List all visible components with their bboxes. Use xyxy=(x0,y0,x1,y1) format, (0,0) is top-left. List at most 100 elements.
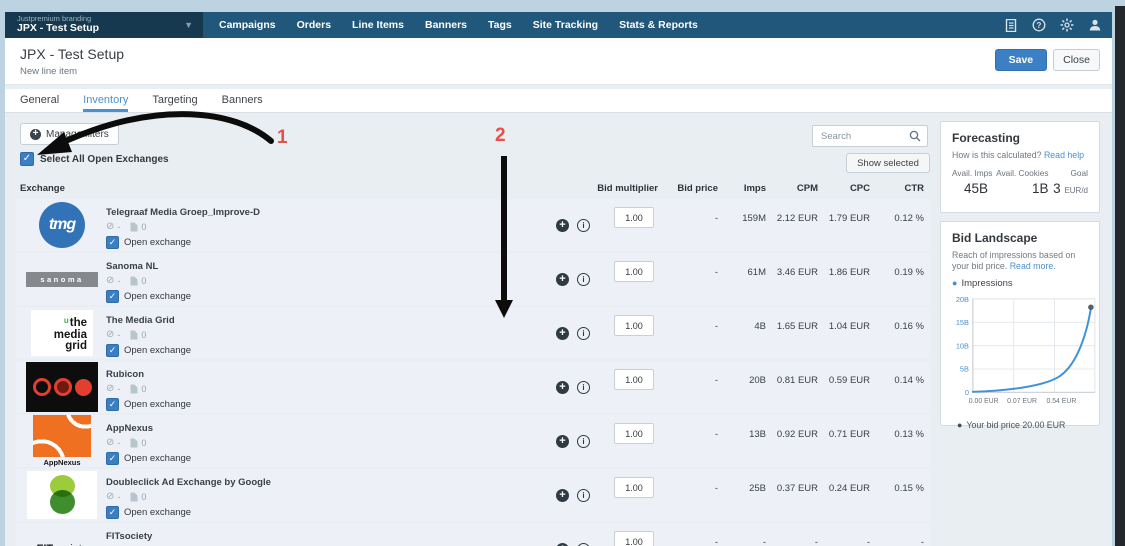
open-exchange-checkbox[interactable] xyxy=(106,235,119,249)
bid-multiplier-input[interactable] xyxy=(614,261,654,282)
cpc-value: 1.86 EUR xyxy=(828,267,870,278)
background-shadow-strip xyxy=(1115,6,1125,546)
open-exchange-toggle[interactable]: Open exchange xyxy=(106,235,556,249)
info-icon[interactable] xyxy=(577,272,590,286)
curve-end-marker xyxy=(1088,304,1094,310)
nav-item-line-items[interactable]: Line Items xyxy=(352,19,404,31)
ctr-value: 0.13 % xyxy=(894,429,924,440)
svg-text:0.00 EUR: 0.00 EUR xyxy=(969,398,999,405)
impressions-legend-label: Impressions xyxy=(961,278,1013,289)
open-exchange-toggle[interactable]: Open exchange xyxy=(106,343,556,357)
add-exchange-icon[interactable] xyxy=(556,218,569,232)
open-exchange-checkbox[interactable] xyxy=(106,343,119,357)
tab-targeting[interactable]: Targeting xyxy=(152,94,197,112)
table-row-media-grid: themediagrid The Media Grid - 0 xyxy=(16,307,930,359)
doubleclick-logo xyxy=(18,471,106,519)
imps-value: 4B xyxy=(754,321,766,332)
save-button[interactable]: Save xyxy=(994,49,1048,71)
goal-label: Goal xyxy=(1070,168,1088,178)
tab-banners[interactable]: Banners xyxy=(222,94,263,112)
bid-price-value: - xyxy=(714,429,718,440)
open-exchange-checkbox[interactable] xyxy=(106,505,119,519)
add-exchange-icon[interactable] xyxy=(556,488,569,502)
table-row-telegraaf: tmg Telegraaf Media Groep_Improve-D - 0 xyxy=(16,199,930,251)
search-input[interactable] xyxy=(813,130,909,142)
close-button[interactable]: Close xyxy=(1053,49,1100,71)
open-exchange-checkbox[interactable] xyxy=(106,397,119,411)
open-exchange-checkbox[interactable] xyxy=(106,289,119,303)
show-selected-button[interactable]: Show selected xyxy=(846,153,930,173)
read-more-link[interactable]: Read more. xyxy=(1010,261,1056,271)
page-title: JPX - Test Setup xyxy=(20,46,125,62)
nav-item-site-tracking[interactable]: Site Tracking xyxy=(533,19,598,31)
exchange-name: The Media Grid xyxy=(106,314,175,326)
open-exchange-toggle[interactable]: Open exchange xyxy=(106,397,556,411)
report-icon[interactable] xyxy=(1004,18,1018,32)
tab-inventory[interactable]: Inventory xyxy=(83,94,129,112)
deals-icon xyxy=(106,492,114,501)
settings-icon[interactable] xyxy=(1060,18,1074,32)
bid-multiplier-input[interactable] xyxy=(614,477,654,498)
inventory-panel: Manage filters Show selected Select All … xyxy=(16,119,930,546)
add-exchange-icon[interactable] xyxy=(556,542,569,546)
help-icon[interactable]: ? xyxy=(1032,18,1046,32)
account-switcher[interactable]: Justpremium branding JPX - Test Setup xyxy=(5,12,203,38)
open-exchange-toggle[interactable]: Open exchange xyxy=(106,505,556,519)
info-icon[interactable] xyxy=(577,218,590,232)
info-icon[interactable] xyxy=(577,542,590,546)
manage-filters-button[interactable]: Manage filters xyxy=(20,123,119,145)
cpm-value: 3.46 EUR xyxy=(776,267,818,278)
cpc-value: - xyxy=(866,537,870,546)
nav-item-tags[interactable]: Tags xyxy=(488,19,512,31)
nav-item-campaigns[interactable]: Campaigns xyxy=(219,19,276,31)
column-exchange: Exchange xyxy=(20,182,65,194)
nav-item-orders[interactable]: Orders xyxy=(297,19,331,31)
bid-price-value: - xyxy=(714,321,718,332)
avail-cookies-label: Avail. Cookies xyxy=(996,168,1049,178)
info-icon[interactable] xyxy=(577,380,590,394)
search-icon[interactable] xyxy=(909,130,927,142)
ctr-value: 0.16 % xyxy=(894,321,924,332)
brand-title: JPX - Test Setup xyxy=(17,22,100,34)
pages-count: 0 xyxy=(141,383,147,394)
impressions-legend-dot: ● xyxy=(952,278,958,288)
open-exchange-toggle[interactable]: Open exchange xyxy=(106,451,556,465)
tab-general[interactable]: General xyxy=(20,94,59,112)
pages-count: 0 xyxy=(141,329,147,340)
open-exchange-checkbox[interactable] xyxy=(106,451,119,465)
select-all-checkbox[interactable] xyxy=(20,152,34,166)
info-icon[interactable] xyxy=(577,434,590,448)
ctr-value: - xyxy=(920,537,924,546)
info-icon[interactable] xyxy=(577,488,590,502)
column-bid-multiplier: Bid multiplier xyxy=(597,182,658,194)
column-imps: Imps xyxy=(743,182,766,194)
bid-multiplier-input[interactable] xyxy=(614,423,654,444)
bid-multiplier-input[interactable] xyxy=(614,369,654,390)
avail-imps-value: 45B xyxy=(964,181,989,196)
bid-multiplier-input[interactable] xyxy=(614,531,654,546)
bid-price-legend-label: Your bid price 20.00 EUR xyxy=(966,420,1066,430)
svg-text:5B: 5B xyxy=(960,365,969,374)
pages-icon xyxy=(130,492,138,501)
open-exchange-toggle[interactable]: Open exchange xyxy=(106,289,556,303)
add-exchange-icon[interactable] xyxy=(556,272,569,286)
column-bid-price: Bid price xyxy=(677,182,718,194)
bid-landscape-card: Bid Landscape Reach of impressions based… xyxy=(940,221,1100,430)
user-icon[interactable] xyxy=(1088,18,1102,32)
info-icon[interactable] xyxy=(577,326,590,340)
deals-icon xyxy=(106,438,114,447)
read-help-link[interactable]: Read help xyxy=(1044,150,1084,160)
add-exchange-icon[interactable] xyxy=(556,434,569,448)
media-grid-mark xyxy=(64,316,69,325)
select-all-open-exchanges[interactable]: Select All Open Exchanges xyxy=(20,152,169,166)
nav-item-banners[interactable]: Banners xyxy=(425,19,467,31)
nav-item-stats-reports[interactable]: Stats & Reports xyxy=(619,19,698,31)
bid-multiplier-input[interactable] xyxy=(614,207,654,228)
add-exchange-icon[interactable] xyxy=(556,326,569,340)
bid-multiplier-input[interactable] xyxy=(614,315,654,336)
add-exchange-icon[interactable] xyxy=(556,380,569,394)
table-row-appnexus: AppNexus AppNexus - 0 xyxy=(16,415,930,467)
sanoma-logo: sanoma xyxy=(18,271,106,287)
pages-icon xyxy=(130,276,138,285)
exchange-name: FITsociety xyxy=(106,530,153,542)
